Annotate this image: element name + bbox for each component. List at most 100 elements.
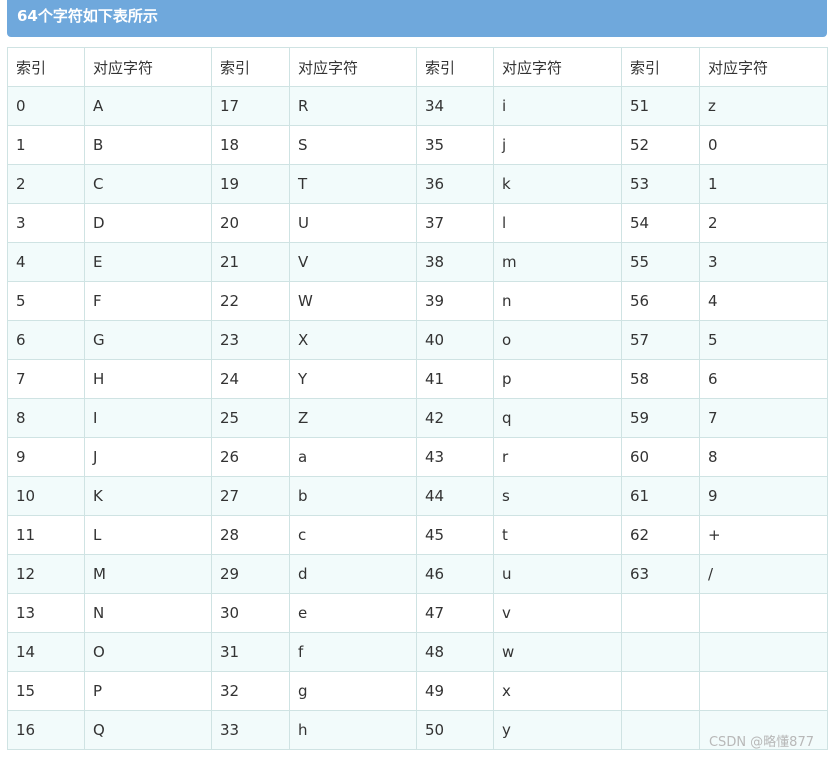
index-cell: 7 [7, 359, 85, 399]
char-cell: b [289, 476, 417, 516]
column-header-char: 对应字符 [289, 47, 417, 87]
index-cell: 51 [621, 86, 700, 126]
index-cell: 1 [7, 125, 85, 165]
table-row: 15 P 32 g 49 x [7, 671, 828, 711]
table-row: 8 I 25 Z 42 q 59 7 [7, 398, 828, 438]
index-cell: 41 [416, 359, 494, 399]
char-cell: W [289, 281, 417, 321]
watermark: CSDN @略懂877 [708, 735, 814, 750]
char-cell: 9 [699, 476, 828, 516]
index-cell: 27 [211, 476, 290, 516]
char-cell: K [84, 476, 212, 516]
index-cell: 20 [211, 203, 290, 243]
index-cell: 11 [7, 515, 85, 555]
char-cell: v [493, 593, 622, 633]
index-cell [621, 710, 700, 750]
column-header-char: 对应字符 [84, 47, 212, 87]
index-cell: 12 [7, 554, 85, 594]
char-cell: Z [289, 398, 417, 438]
index-cell: 15 [7, 671, 85, 711]
index-cell: 30 [211, 593, 290, 633]
char-cell: X [289, 320, 417, 360]
index-cell [621, 632, 700, 672]
index-cell: 23 [211, 320, 290, 360]
char-cell: l [493, 203, 622, 243]
index-cell: 31 [211, 632, 290, 672]
column-header-index: 索引 [416, 47, 494, 87]
index-cell: 39 [416, 281, 494, 321]
index-cell: 46 [416, 554, 494, 594]
char-cell: c [289, 515, 417, 555]
char-cell: e [289, 593, 417, 633]
table-row: 1 B 18 S 35 j 52 0 [7, 125, 828, 165]
index-cell: 34 [416, 86, 494, 126]
index-cell: 32 [211, 671, 290, 711]
index-cell: 63 [621, 554, 700, 594]
index-cell: 2 [7, 164, 85, 204]
index-cell: 16 [7, 710, 85, 750]
index-cell: 42 [416, 398, 494, 438]
char-cell: 5 [699, 320, 828, 360]
index-cell: 37 [416, 203, 494, 243]
table-row: 9 J 26 a 43 r 60 8 [7, 437, 828, 477]
column-header-char: 对应字符 [699, 47, 828, 87]
index-cell: 48 [416, 632, 494, 672]
index-cell: 25 [211, 398, 290, 438]
index-cell: 4 [7, 242, 85, 282]
char-cell: + [699, 515, 828, 555]
char-cell: 4 [699, 281, 828, 321]
index-cell: 52 [621, 125, 700, 165]
char-cell: h [289, 710, 417, 750]
index-cell: 36 [416, 164, 494, 204]
index-cell: 56 [621, 281, 700, 321]
table-header-row: 索引 对应字符 索引 对应字符 索引 对应字符 索引 对应字符 [7, 47, 828, 87]
index-cell: 17 [211, 86, 290, 126]
index-cell: 45 [416, 515, 494, 555]
table-row: 12 M 29 d 46 u 63/ [7, 554, 828, 594]
char-cell: d [289, 554, 417, 594]
char-cell: T [289, 164, 417, 204]
index-cell: 22 [211, 281, 290, 321]
index-cell: 8 [7, 398, 85, 438]
char-cell: A [84, 86, 212, 126]
index-cell: 10 [7, 476, 85, 516]
index-cell: 38 [416, 242, 494, 282]
index-cell: 54 [621, 203, 700, 243]
index-cell: 18 [211, 125, 290, 165]
char-cell: u [493, 554, 622, 594]
char-cell: s [493, 476, 622, 516]
char-cell: y [493, 710, 622, 750]
char-cell: m [493, 242, 622, 282]
index-cell: 43 [416, 437, 494, 477]
index-cell: 47 [416, 593, 494, 633]
char-cell: U [289, 203, 417, 243]
index-cell: 35 [416, 125, 494, 165]
index-cell: 5 [7, 281, 85, 321]
column-header-index: 索引 [211, 47, 290, 87]
column-header-char: 对应字符 [493, 47, 622, 87]
char-cell: w [493, 632, 622, 672]
index-cell: 26 [211, 437, 290, 477]
index-cell: 33 [211, 710, 290, 750]
index-cell: 21 [211, 242, 290, 282]
char-cell: G [84, 320, 212, 360]
char-cell [699, 632, 828, 672]
table-body: 0 A 17 R 34 i 51 z 1 B 18 S 35 j 52 0 2 C 19 T 36 k 53 1 3 D 20 U 37… [7, 86, 828, 750]
char-cell: g [289, 671, 417, 711]
index-cell: 28 [211, 515, 290, 555]
index-cell: 55 [621, 242, 700, 282]
char-cell: p [493, 359, 622, 399]
char-cell: 3 [699, 242, 828, 282]
index-cell: 58 [621, 359, 700, 399]
char-cell: z [699, 86, 828, 126]
char-cell: F [84, 281, 212, 321]
char-cell: 1 [699, 164, 828, 204]
table-row: 10 K 27 b 44 s 61 9 [7, 476, 828, 516]
index-cell: 24 [211, 359, 290, 399]
char-cell: R [289, 86, 417, 126]
table-row: 7 H 24 Y 41 p 58 6 [7, 359, 828, 399]
char-cell: / [699, 554, 828, 594]
page-title: 64个字符如下表所示 [17, 7, 158, 25]
char-cell: N [84, 593, 212, 633]
index-cell [621, 671, 700, 711]
